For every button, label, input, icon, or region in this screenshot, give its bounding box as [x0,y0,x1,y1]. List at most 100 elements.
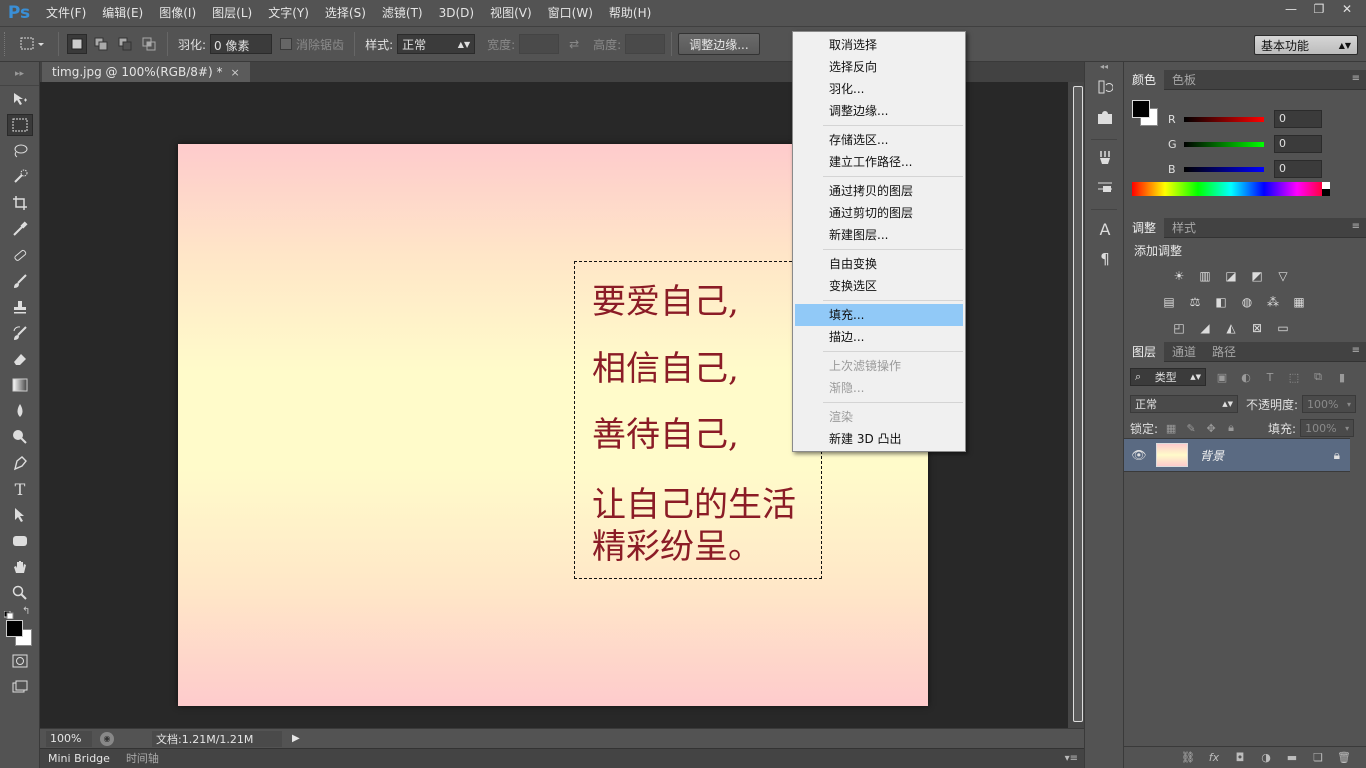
close-button[interactable]: ✕ [1334,0,1360,18]
history-panel-button[interactable] [1085,74,1125,104]
eyedropper-tool[interactable] [0,216,40,242]
quick-select-tool[interactable] [0,164,40,190]
menu-type[interactable]: 文字(Y) [260,0,317,26]
tab-layers[interactable]: 图层 [1124,341,1165,362]
menu-file[interactable]: 文件(F) [38,0,94,26]
width-input[interactable] [519,34,560,54]
menu-transform-selection[interactable]: 变换选区 [795,275,963,297]
paragraph-panel-button[interactable]: ¶ [1085,244,1125,274]
panel-menu-icon[interactable]: ≡ [1352,345,1360,356]
add-mask-icon[interactable]: ◘ [1232,750,1248,766]
zoom-field[interactable]: 100% [46,730,92,747]
brush-presets-button[interactable] [1085,144,1125,174]
brightness-icon[interactable]: ☀ [1170,268,1188,284]
color-spectrum[interactable] [1132,182,1330,196]
expand-dock-icon[interactable]: ◂◂ [1085,62,1123,74]
lock-transparent-icon[interactable]: ▦ [1164,421,1178,435]
character-panel-button[interactable]: A [1085,214,1125,244]
menu-filter[interactable]: 滤镜(T) [374,0,431,26]
height-input[interactable] [625,34,666,54]
type-tool[interactable]: T [0,476,40,502]
menu-help[interactable]: 帮助(H) [601,0,659,26]
tab-paths[interactable]: 路径 [1204,342,1244,362]
blend-mode-select[interactable]: 正常 ▲▼ [1130,395,1238,413]
default-colors-icon[interactable] [3,608,14,620]
subtract-selection-icon[interactable] [115,34,135,54]
workspace-select[interactable]: 基本功能 ▲▼ [1254,35,1358,55]
restore-button[interactable]: ❐ [1306,0,1332,18]
foreground-swatch[interactable] [1132,100,1150,118]
delete-layer-icon[interactable]: 🗑︎ [1336,750,1352,766]
new-layer-icon[interactable]: ❏ [1310,750,1326,766]
clone-stamp-tool[interactable] [0,294,40,320]
scroll-thumb[interactable] [1073,86,1083,722]
channel-mixer-icon[interactable]: ⁂ [1264,294,1282,310]
healing-brush-tool[interactable] [0,242,40,268]
tab-adjustments[interactable]: 调整 [1124,217,1165,238]
brush-tool[interactable] [0,268,40,294]
crop-tool[interactable] [0,190,40,216]
tab-swatches[interactable]: 色板 [1164,70,1204,90]
collapse-icon[interactable]: ▸▸ [0,62,39,86]
color-balance-icon[interactable]: ⚖ [1186,294,1204,310]
minimize-button[interactable]: — [1278,0,1304,18]
menu-new-3d-extrusion[interactable]: 新建 3D 凸出 [795,428,963,450]
color-lookup-icon[interactable]: ▦ [1290,294,1308,310]
marquee-tool-preset-icon[interactable] [12,32,52,56]
menu-new-layer[interactable]: 新建图层... [795,224,963,246]
status-info-icon[interactable]: ◉ [100,731,114,746]
new-group-icon[interactable]: ▬ [1284,750,1300,766]
blue-slider[interactable] [1184,166,1264,172]
style-select[interactable]: 正常 ▲▼ [397,34,476,54]
selective-color-icon[interactable]: ⊠ [1248,320,1266,336]
fill-input[interactable]: 100% ▾ [1300,419,1355,437]
path-select-tool[interactable] [0,502,40,528]
menu-free-transform[interactable]: 自由变换 [795,253,963,275]
panel-menu-icon[interactable]: ▾≡ [1065,753,1078,764]
filter-pixel-icon[interactable]: ▣ [1214,369,1230,385]
blur-tool[interactable] [0,398,40,424]
foreground-color[interactable] [6,620,23,637]
eraser-tool[interactable] [0,346,40,372]
zoom-tool[interactable] [0,580,40,606]
menu-layer[interactable]: 图层(L) [204,0,260,26]
hue-saturation-icon[interactable]: ▤ [1160,294,1178,310]
opacity-input[interactable]: 100% ▾ [1302,395,1357,413]
properties-panel-button[interactable] [1085,104,1125,134]
lock-image-icon[interactable]: ✎ [1184,421,1198,435]
status-menu-arrow-icon[interactable]: ▶ [292,733,300,744]
menu-edit[interactable]: 编辑(E) [94,0,151,26]
refine-edge-button[interactable]: 调整边缘... [678,33,760,55]
tab-styles[interactable]: 样式 [1164,218,1204,238]
filter-shape-icon[interactable]: ⬚ [1286,369,1302,385]
close-tab-icon[interactable]: × [230,66,239,79]
menu-select-inverse[interactable]: 选择反向 [795,56,963,78]
swap-icon[interactable]: ⇄ [559,37,589,51]
screen-mode-button[interactable] [0,674,40,700]
eye-icon[interactable]: 👁︎ [1124,448,1154,462]
menu-3d[interactable]: 3D(D) [431,0,482,26]
exposure-icon[interactable]: ◩ [1248,268,1266,284]
swap-colors-icon[interactable]: ↰ [22,606,30,617]
gradient-map-icon[interactable]: ▭ [1274,320,1292,336]
tab-timeline[interactable]: 时间轴 [118,749,167,768]
marquee-tool[interactable] [0,112,40,138]
shape-tool[interactable] [0,528,40,554]
vertical-scrollbar[interactable] [1068,82,1084,728]
add-selection-icon[interactable] [91,34,111,54]
red-slider[interactable] [1184,116,1264,122]
vibrance-icon[interactable]: ▽ [1274,268,1292,284]
menu-feather[interactable]: 羽化... [795,78,963,100]
options-grip[interactable] [4,32,12,56]
menu-save-selection[interactable]: 存储选区... [795,129,963,151]
menu-select[interactable]: 选择(S) [317,0,374,26]
menu-view[interactable]: 视图(V) [482,0,540,26]
intersect-selection-icon[interactable] [139,34,159,54]
threshold-icon[interactable]: ◭ [1222,320,1240,336]
gradient-tool[interactable] [0,372,40,398]
layer-filter-select[interactable]: ⌕ 类型 ▲▼ [1130,368,1206,386]
blue-input[interactable]: 0 [1274,160,1322,178]
curves-icon[interactable]: ◪ [1222,268,1240,284]
levels-icon[interactable]: ▥ [1196,268,1214,284]
invert-icon[interactable]: ◰ [1170,320,1188,336]
